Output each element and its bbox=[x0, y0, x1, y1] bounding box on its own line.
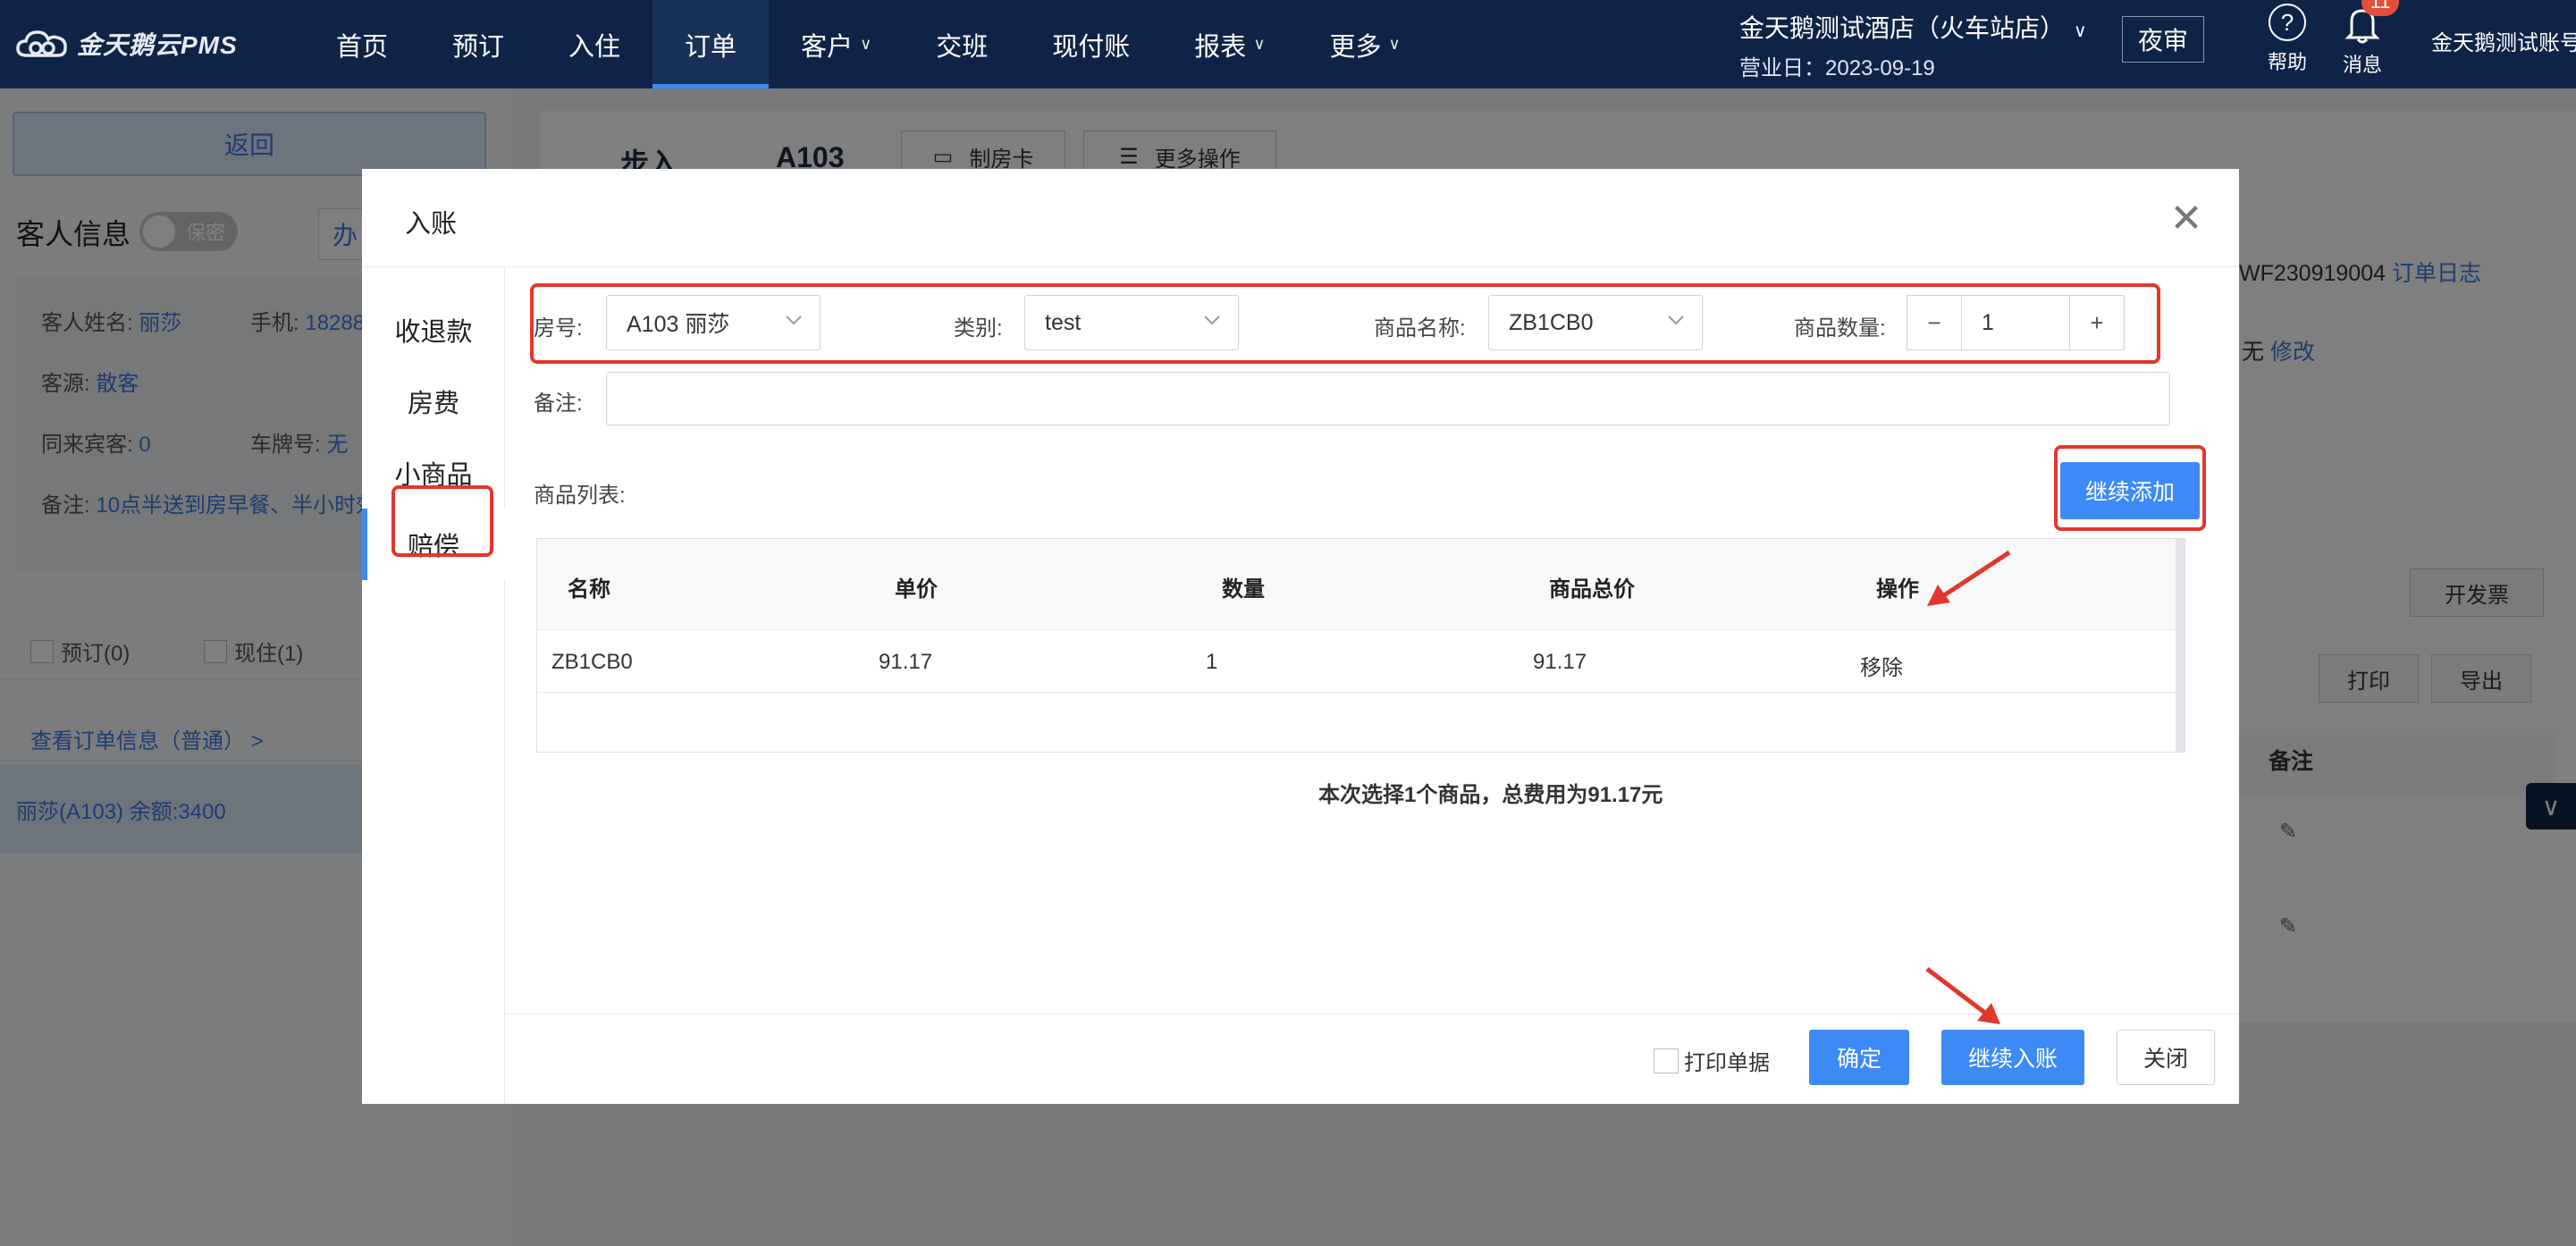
arrow-to-action-column bbox=[1927, 550, 2011, 606]
arrow-to-continue-post bbox=[1925, 967, 2000, 1024]
annotation-arrows bbox=[1925, 550, 2011, 1024]
